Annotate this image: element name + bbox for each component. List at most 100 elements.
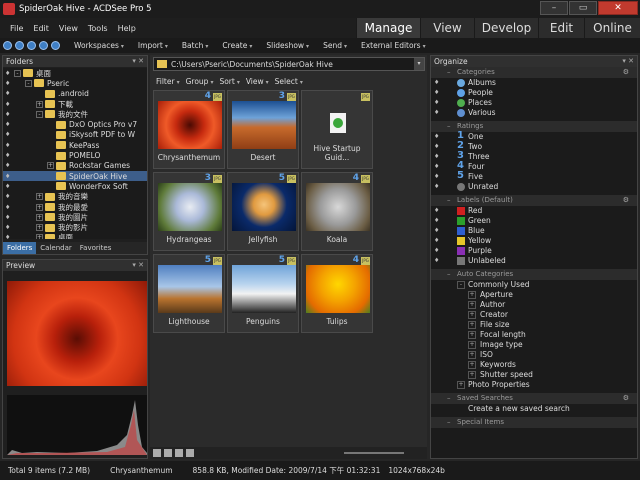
pin-icon[interactable]: ♦	[434, 132, 439, 142]
auto-category-item[interactable]: + ISO	[431, 350, 637, 360]
path-bar[interactable]: C:\Users\Pseric\Documents\SpiderOak Hive…	[153, 57, 425, 71]
forward-icon[interactable]	[15, 41, 24, 50]
organize-section-header[interactable]: – Auto Categories	[431, 269, 637, 280]
pin-icon[interactable]: ♦	[5, 121, 12, 128]
pin-icon[interactable]: ♦	[434, 182, 439, 192]
close-button[interactable]: ✕	[598, 1, 638, 15]
gear-icon[interactable]: ⚙	[623, 195, 629, 206]
compare-icon[interactable]	[175, 449, 183, 457]
pin-icon[interactable]: ♦	[5, 90, 12, 97]
organize-item[interactable]: ♦ People	[431, 88, 637, 98]
organize-item[interactable]: ♦ Blue	[431, 226, 637, 236]
thumbnail-tile[interactable]: 4 JPG Tulips	[301, 254, 373, 333]
pin-icon[interactable]: ♦	[434, 152, 439, 162]
folder-tree-item[interactable]: ♦ POMELO	[3, 150, 147, 160]
pin-icon[interactable]: ♦	[434, 162, 439, 172]
folder-tree-item[interactable]: ♦ iSkysoft PDF to W	[3, 130, 147, 140]
thumbnail-tile[interactable]: 3 JPG Hydrangeas	[153, 172, 225, 251]
pin-icon[interactable]: ♦	[434, 236, 439, 246]
folder-tree-item[interactable]: ♦ WonderFox Soft	[3, 181, 147, 191]
tab-folders[interactable]: Folders	[3, 242, 37, 254]
maximize-button[interactable]: ▭	[569, 1, 597, 15]
expand-icon[interactable]: +	[36, 224, 43, 232]
pin-icon[interactable]: ♦	[5, 173, 12, 180]
view-menu[interactable]: View ▾	[246, 77, 269, 86]
organize-item[interactable]: ♦ Purple	[431, 246, 637, 256]
path-dropdown-icon[interactable]: ▾	[414, 58, 424, 70]
expand-icon[interactable]: +	[468, 361, 476, 369]
pin-icon[interactable]: ♦	[5, 142, 12, 149]
folder-tree-item[interactable]: ♦ KeePass	[3, 140, 147, 150]
expand-icon[interactable]: +	[36, 234, 43, 239]
expand-icon[interactable]: +	[468, 351, 476, 359]
pin-icon[interactable]: ♦	[5, 204, 12, 211]
slideshow-icon[interactable]	[186, 449, 194, 457]
menu-tools[interactable]: Tools	[88, 24, 108, 33]
expand-icon[interactable]: -	[457, 281, 465, 289]
thumbnail-tile[interactable]: 3 JPG Desert	[227, 90, 299, 169]
tab-favorites[interactable]: Favorites	[76, 242, 116, 254]
thumbnail-size-slider[interactable]	[344, 452, 404, 454]
gear-icon[interactable]: ⚙	[623, 67, 629, 78]
rotate-left-icon[interactable]	[153, 449, 161, 457]
folder-tree-item[interactable]: ♦ - Pseric	[3, 78, 147, 88]
expand-icon[interactable]: +	[36, 193, 43, 201]
pin-icon[interactable]: ♦	[434, 246, 439, 256]
batch-menu[interactable]: Batch ▾	[182, 41, 209, 50]
mode-tab-edit[interactable]: Edit	[538, 18, 584, 38]
organize-item[interactable]: ♦ Unlabeled	[431, 256, 637, 266]
pin-icon[interactable]: ♦	[434, 216, 439, 226]
organize-section-header[interactable]: – Categories ⚙	[431, 67, 637, 78]
menu-view[interactable]: View	[59, 24, 78, 33]
tab-calendar[interactable]: Calendar	[36, 242, 75, 254]
thumbnail-tile[interactable]: JPG Hive Startup Guid...	[301, 90, 373, 169]
expand-icon[interactable]: +	[468, 371, 476, 379]
organize-item[interactable]: ♦ Albums	[431, 78, 637, 88]
expand-icon[interactable]: +	[47, 162, 54, 170]
pin-icon[interactable]: ♦	[5, 193, 12, 200]
folder-tree-item[interactable]: ♦ + 我的最愛	[3, 202, 147, 212]
expand-icon[interactable]: -	[36, 110, 43, 118]
pin-icon[interactable]: ♦	[5, 162, 12, 169]
thumbnail-tile[interactable]: 5 JPG Lighthouse	[153, 254, 225, 333]
pin-icon[interactable]: ♦	[5, 224, 12, 231]
gear-icon[interactable]: ⚙	[623, 393, 629, 404]
external-editors-menu[interactable]: External Editors ▾	[361, 41, 426, 50]
sort-menu[interactable]: Sort ▾	[219, 77, 239, 86]
pane-pin-icon[interactable]: ▾ ✕	[132, 260, 144, 271]
thumbnail-tile[interactable]: 4 JPG Koala	[301, 172, 373, 251]
pin-icon[interactable]: ♦	[5, 70, 12, 77]
organize-item[interactable]: ♦ Various	[431, 108, 637, 118]
organize-item[interactable]: ♦ Places	[431, 98, 637, 108]
select-menu[interactable]: Select ▾	[275, 77, 303, 86]
expand-icon[interactable]: -	[14, 69, 21, 77]
pin-icon[interactable]: ♦	[5, 214, 12, 221]
menu-file[interactable]: File	[10, 24, 23, 33]
thumbnail-tile[interactable]: 5 JPG Penguins	[227, 254, 299, 333]
pin-icon[interactable]: ♦	[5, 80, 12, 87]
expand-icon[interactable]: +	[36, 100, 43, 108]
filter-menu[interactable]: Filter ▾	[156, 77, 180, 86]
folder-tree-item[interactable]: ♦ .android	[3, 89, 147, 99]
home-icon[interactable]	[51, 41, 60, 50]
back-icon[interactable]	[3, 41, 12, 50]
folder-tree-item[interactable]: ♦ + 我的影片	[3, 222, 147, 232]
expand-icon[interactable]: +	[468, 301, 476, 309]
workspaces-menu[interactable]: Workspaces ▾	[74, 41, 124, 50]
thumbnail-tile[interactable]: 4 JPG Chrysanthemum	[153, 90, 225, 169]
pin-icon[interactable]: ♦	[434, 98, 439, 108]
create-saved-search-link[interactable]: Create a new saved search	[431, 404, 637, 414]
pin-icon[interactable]: ♦	[434, 226, 439, 236]
organize-item[interactable]: ♦ Unrated	[431, 182, 637, 192]
slideshow-menu[interactable]: Slideshow ▾	[266, 41, 309, 50]
folder-tree-item[interactable]: ♦ DxO Optics Pro v7	[3, 119, 147, 129]
mode-tab-online[interactable]: Online	[584, 18, 640, 38]
pin-icon[interactable]: ♦	[5, 183, 12, 190]
auto-category-item[interactable]: + File size	[431, 320, 637, 330]
folder-tree-item[interactable]: ♦ + 下載	[3, 99, 147, 109]
organize-item[interactable]: ♦ Red	[431, 206, 637, 216]
pin-icon[interactable]: ♦	[5, 152, 12, 159]
refresh-icon[interactable]	[39, 41, 48, 50]
organize-item[interactable]: ♦ Yellow	[431, 236, 637, 246]
pin-icon[interactable]: ♦	[434, 78, 439, 88]
